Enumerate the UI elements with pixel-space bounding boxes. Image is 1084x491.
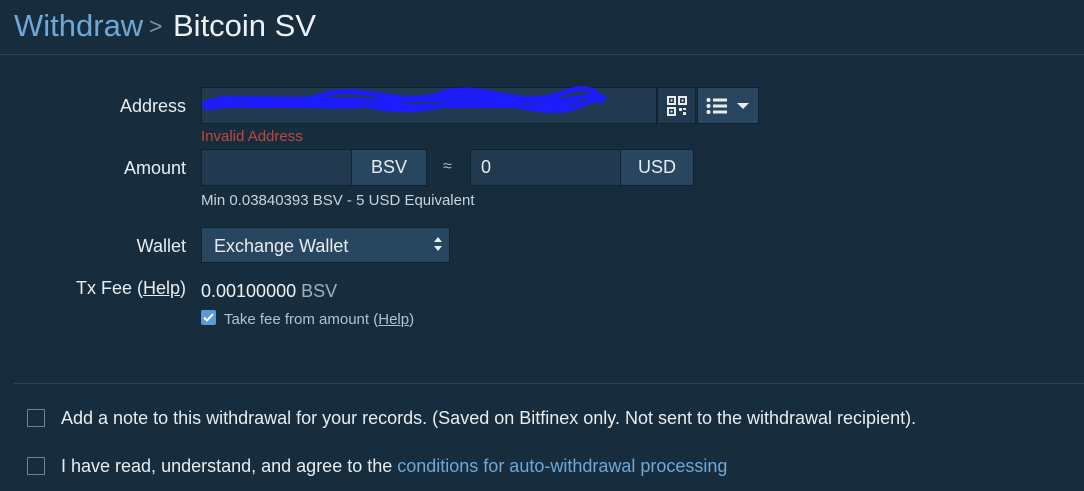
section-divider <box>14 383 1084 384</box>
tx-fee-value: 0.00100000 BSV <box>201 281 338 301</box>
redaction-scribble <box>200 80 620 127</box>
approx-symbol: ≈ <box>443 158 452 175</box>
checkmark-icon <box>203 313 214 322</box>
caret-down-icon <box>737 102 749 109</box>
amount-input[interactable] <box>201 149 352 186</box>
list-icon <box>706 97 727 114</box>
take-fee-help-link[interactable]: Help <box>378 311 409 328</box>
tx-fee-unit: BSV <box>301 281 338 301</box>
tx-fee-help-link[interactable]: Help <box>143 278 180 298</box>
wallet-select[interactable]: Exchange Wallet <box>201 227 450 263</box>
breadcrumb-withdraw-link[interactable]: Withdraw <box>14 8 143 44</box>
take-fee-label: Take fee from amount (Help) <box>224 311 415 328</box>
add-note-checkbox[interactable] <box>27 409 45 427</box>
qr-code-icon <box>666 95 687 116</box>
agree-conditions-checkbox[interactable] <box>27 457 45 475</box>
take-fee-checkbox[interactable] <box>201 310 216 325</box>
minimum-amount-hint: Min 0.03840393 BSV - 5 USD Equivalent <box>201 192 475 209</box>
address-error: Invalid Address <box>201 128 303 145</box>
usd-amount-input[interactable] <box>470 149 621 186</box>
amount-currency-addon: BSV <box>351 149 427 186</box>
add-note-label: Add a note to this withdrawal for your r… <box>61 408 917 428</box>
select-arrows-icon <box>434 237 442 251</box>
address-book-dropdown[interactable] <box>697 87 759 124</box>
page-header: Withdraw > Bitcoin SV <box>0 0 1084 55</box>
breadcrumb-separator: > <box>149 13 163 39</box>
conditions-link[interactable]: conditions for auto-withdrawal processin… <box>397 456 727 476</box>
usd-currency-addon: USD <box>620 149 694 186</box>
scan-qr-button[interactable] <box>657 87 696 124</box>
address-label: Address <box>119 96 186 116</box>
wallet-selected-value: Exchange Wallet <box>214 236 349 256</box>
amount-label: Amount <box>123 158 186 178</box>
agree-conditions-label: I have read, understand, and agree to th… <box>61 456 728 476</box>
tx-fee-label: Tx Fee (Help) <box>75 278 186 298</box>
wallet-label: Wallet <box>136 236 186 256</box>
page-title: Bitcoin SV <box>173 8 317 43</box>
